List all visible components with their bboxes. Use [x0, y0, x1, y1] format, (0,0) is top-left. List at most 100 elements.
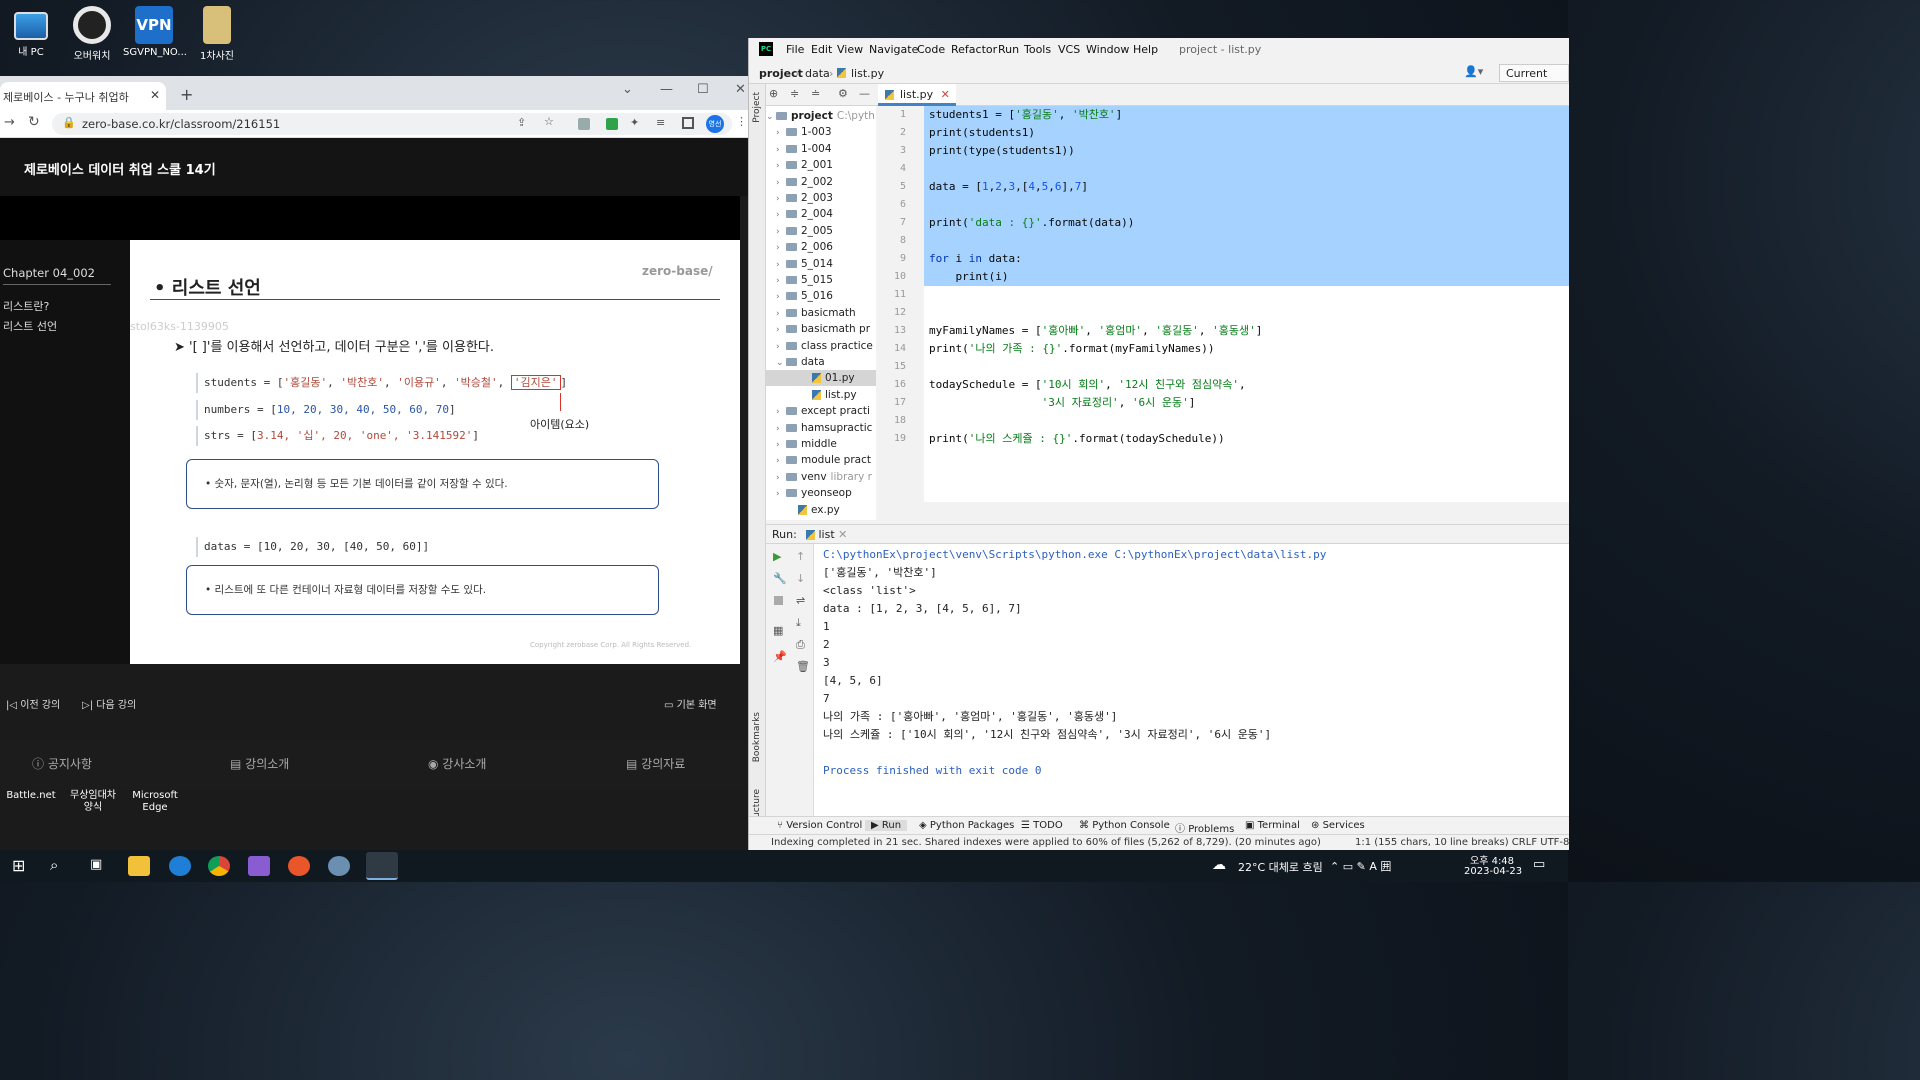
notification-icon[interactable]: ▭ [1533, 857, 1545, 872]
desktop-icon-my-pc[interactable]: 내 PC [0, 6, 62, 58]
chevron-right-icon[interactable]: › [776, 486, 786, 502]
view-mode-button[interactable]: ▭ 기본 화면 [664, 696, 717, 711]
chevron-right-icon[interactable]: › [776, 158, 786, 174]
tree-folder[interactable]: › 5_016 [776, 288, 833, 304]
chevron-right-icon[interactable]: › [776, 257, 786, 273]
breadcrumb-file[interactable]: list.py [851, 67, 884, 80]
visual-studio-icon[interactable] [248, 856, 270, 876]
tree-folder[interactable]: › 5_014 [776, 256, 833, 272]
tree-folder[interactable]: › hamsupractic [776, 420, 872, 436]
search-icon[interactable]: ⌕ [50, 856, 58, 874]
tree-folder[interactable]: › yeonseop [776, 485, 852, 501]
tree-folder[interactable]: › 2_004 [776, 206, 833, 222]
console-output[interactable]: C:\pythonEx\project\venv\Scripts\python.… [814, 544, 1569, 816]
tab-close-icon[interactable]: ✕ [838, 528, 847, 541]
extension-icon-2[interactable] [606, 118, 618, 130]
tab-run[interactable]: ▶ Run [865, 820, 908, 831]
tab-python-console[interactable]: ⌘ Python Console [1079, 820, 1170, 831]
chevron-right-icon[interactable]: › [776, 125, 786, 141]
chrome-icon[interactable] [208, 856, 230, 876]
menu-run[interactable]: Run [998, 43, 1019, 56]
chevron-right-icon[interactable]: › [776, 224, 786, 240]
chevron-right-icon[interactable]: › [776, 437, 786, 453]
tree-folder[interactable]: › 1-003 [776, 124, 832, 140]
sidepanel-icon[interactable] [682, 117, 694, 129]
menu-edit[interactable]: Edit [811, 43, 832, 56]
down-arrow-icon[interactable]: ↓ [796, 572, 805, 585]
tree-folder[interactable]: › 2_005 [776, 223, 833, 239]
status-position[interactable]: 1:1 (155 chars, 10 line breaks) CRLF UTF… [1355, 837, 1569, 848]
run-tab[interactable]: list ✕ [806, 528, 847, 541]
chevron-right-icon[interactable]: › [776, 453, 786, 469]
soft-wrap-icon[interactable]: ⇌ [796, 594, 805, 607]
tab-list-icon[interactable]: ⌄ [622, 82, 633, 97]
extension-icon-1[interactable] [578, 118, 590, 130]
editor-tab[interactable]: list.py ✕ [878, 84, 956, 106]
tree-folder[interactable]: › basicmath pr [776, 321, 870, 337]
minimize-icon[interactable]: — [660, 82, 673, 97]
up-arrow-icon[interactable]: ↑ [796, 550, 805, 563]
browser-tab[interactable]: 제로베이스 - 누구나 취업하 [0, 82, 166, 110]
chevron-down-icon[interactable]: ⌄ [776, 355, 786, 371]
trash-icon[interactable]: 🗑 [796, 660, 810, 673]
run-config-select[interactable]: Current File [1499, 64, 1569, 82]
tray-icons[interactable]: ⌃ ▭ ✎ A 囲 [1330, 858, 1391, 874]
tree-folder[interactable]: › basicmath [776, 305, 856, 321]
menu-refactor[interactable]: Refactor [951, 43, 997, 56]
tab-services[interactable]: ⊛ Services [1311, 820, 1365, 831]
chevron-right-icon[interactable]: › [776, 339, 786, 355]
tree-folder[interactable]: › 5_015 [776, 272, 833, 288]
menu-help[interactable]: Help [1133, 43, 1158, 56]
tree-folder[interactable]: › 2_003 [776, 190, 833, 206]
chevron-right-icon[interactable]: › [776, 421, 786, 437]
breadcrumb-data[interactable]: data [805, 67, 830, 80]
tree-folder[interactable]: › module pract [776, 452, 871, 468]
menu-file[interactable]: File [786, 43, 804, 56]
star-icon[interactable]: ☆ [544, 115, 554, 128]
layout-icon[interactable]: ▦ [773, 624, 783, 637]
status-message[interactable]: Indexing completed in 21 sec. Shared ind… [771, 837, 1321, 848]
desktop-icon-edge[interactable]: Microsoft Edge [124, 790, 186, 814]
tree-folder[interactable]: › except practi [776, 403, 870, 419]
close-window-icon[interactable]: ✕ [735, 82, 746, 97]
collapse-all-icon[interactable]: ≐ [811, 87, 820, 100]
user-icon[interactable]: 👤▾ [1464, 65, 1483, 78]
stop-icon[interactable] [774, 596, 783, 605]
menu-code[interactable]: Code [917, 43, 945, 56]
tree-folder[interactable]: › 1-004 [776, 141, 832, 157]
tab-close-icon[interactable]: ✕ [150, 88, 160, 102]
gear-icon[interactable]: ⚙ [838, 87, 848, 100]
prev-lecture-button[interactable]: |◁ 이전 강의 [6, 696, 60, 711]
app-icon-orange[interactable] [288, 856, 310, 876]
maximize-icon[interactable]: ☐ [697, 82, 709, 97]
clock-date[interactable]: 2023-04-23 [1464, 866, 1522, 877]
reload-icon[interactable]: ↻ [28, 114, 40, 130]
chevron-right-icon[interactable]: › [776, 240, 786, 256]
task-view-icon[interactable]: ▣ [90, 857, 102, 872]
tree-file[interactable]: ex.py [788, 502, 840, 518]
tree-folder[interactable]: › 2_006 [776, 239, 833, 255]
print-icon[interactable]: ⎙ [796, 638, 805, 652]
chevron-down-icon[interactable]: ⌄ [766, 109, 776, 125]
file-explorer-icon[interactable] [128, 856, 150, 876]
chevron-right-icon[interactable]: › [776, 306, 786, 322]
edge-icon[interactable] [169, 856, 191, 876]
menu-navigate[interactable]: Navigate [869, 43, 918, 56]
tab-todo[interactable]: ☰ TODO [1021, 820, 1063, 831]
playlist-icon[interactable]: ≡ [656, 116, 665, 129]
tree-folder[interactable]: › 2_002 [776, 174, 833, 190]
desktop-icon-vpn[interactable]: VPN SGVPN_NO... [123, 6, 187, 58]
chevron-right-icon[interactable]: › [776, 289, 786, 305]
bookmarks-tool-label[interactable]: Bookmarks [752, 712, 762, 762]
tree-folder[interactable]: ⌄ project C:\pyth [766, 108, 875, 124]
code-editor[interactable]: students1 = ['홍길동', '박찬호'] print(students… [924, 106, 1569, 502]
chevron-right-icon[interactable]: › [776, 142, 786, 158]
tab-problems[interactable]: ⓘ Problems [1175, 820, 1234, 835]
menu-dots-icon[interactable]: ⋮ [736, 115, 747, 128]
chapter-item[interactable]: 리스트 선언 [3, 318, 57, 334]
tree-folder[interactable]: › class practice [776, 338, 873, 354]
next-lecture-button[interactable]: ▷| 다음 강의 [82, 696, 136, 711]
pycharm-taskbar-icon[interactable] [366, 852, 398, 880]
expand-all-icon[interactable]: ≑ [790, 87, 799, 100]
chevron-right-icon[interactable]: › [776, 273, 786, 289]
